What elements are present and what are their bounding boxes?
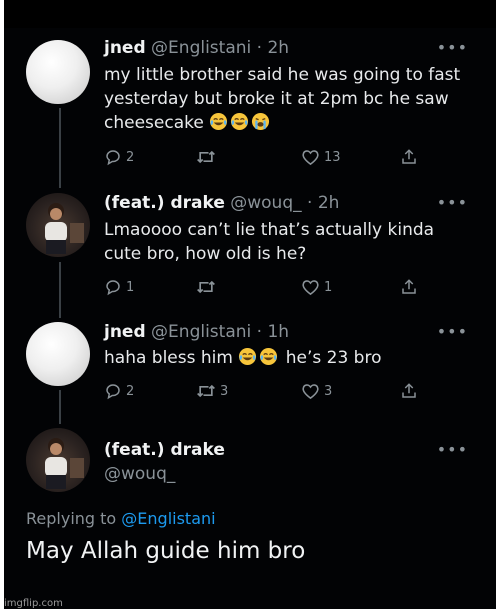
tweet-actions: 1 1 — [104, 276, 434, 298]
mention-link[interactable]: @Englistani — [121, 509, 215, 528]
reply-icon — [106, 384, 120, 400]
reply-button[interactable]: 1 — [104, 276, 134, 298]
display-name[interactable]: (feat.) drake — [104, 193, 225, 213]
loudly-crying-face-icon — [252, 112, 270, 131]
retweet-button[interactable] — [196, 146, 220, 168]
thread-line — [59, 390, 61, 424]
face-with-tears-of-joy-icon — [231, 112, 249, 131]
retweet-icon — [197, 150, 215, 164]
tweet-text: Lmaoooo can’t lie that’s actually kinda … — [104, 220, 435, 264]
more-icon[interactable]: ••• — [437, 38, 468, 57]
thread-line — [59, 108, 61, 188]
display-name[interactable]: (feat.) drake — [104, 440, 225, 460]
like-button[interactable]: 13 — [301, 146, 341, 168]
share-icon — [402, 383, 416, 398]
tweet-header: jned @Englistani · 1h — [104, 322, 289, 342]
reply-button[interactable]: 2 — [104, 380, 134, 402]
retweet-button[interactable]: 3 — [196, 380, 228, 402]
avatar-drake[interactable] — [26, 193, 90, 257]
reply-button[interactable]: 2 — [104, 146, 134, 168]
watermark: imgflip.com — [4, 598, 63, 609]
share-button[interactable] — [400, 276, 418, 298]
like-count: 13 — [324, 149, 341, 165]
like-count: 3 — [324, 383, 333, 399]
tweet-actions: 2 13 — [104, 146, 434, 168]
tweet-text-before: haha bless him — [104, 348, 233, 368]
face-with-tears-of-joy-icon — [210, 112, 228, 131]
more-icon[interactable]: ••• — [437, 440, 468, 459]
share-icon — [402, 149, 416, 164]
thread-line — [59, 262, 61, 318]
replying-to: Replying to @Englistani — [26, 509, 216, 528]
more-icon[interactable]: ••• — [437, 322, 468, 341]
retweet-count: 3 — [220, 383, 229, 399]
face-with-tears-of-joy-icon — [239, 347, 257, 366]
tweet-text: haha bless him he’s 23 bro — [104, 346, 464, 370]
timestamp[interactable]: · 2h — [257, 38, 289, 58]
like-button[interactable]: 3 — [301, 380, 332, 402]
like-icon — [302, 384, 319, 400]
reply-icon — [106, 150, 120, 166]
tweet-header: jned @Englistani · 2h — [104, 38, 289, 58]
reply-count: 1 — [126, 279, 135, 295]
replying-prefix: Replying to — [26, 509, 117, 528]
reply-count: 2 — [126, 149, 135, 165]
like-icon — [302, 280, 319, 296]
retweet-button[interactable] — [196, 276, 220, 298]
person-photo-icon — [45, 438, 84, 489]
person-photo-icon — [45, 203, 84, 254]
top-bar — [4, 0, 496, 28]
tweet-text-after: he’s 23 bro — [285, 348, 382, 368]
like-count: 1 — [324, 279, 333, 295]
user-handle[interactable]: @Englistani — [151, 322, 251, 342]
retweet-icon — [197, 280, 215, 294]
avatar-jned[interactable] — [26, 322, 90, 386]
tweet-text-content: my little brother said he was going to f… — [104, 65, 461, 133]
main-tweet-name: (feat.) drake — [104, 440, 225, 460]
more-icon[interactable]: ••• — [437, 193, 468, 212]
share-button[interactable] — [400, 146, 418, 168]
share-button[interactable] — [400, 380, 418, 402]
reply-icon — [106, 280, 120, 296]
user-handle[interactable]: @Englistani — [151, 38, 251, 58]
face-with-tears-of-joy-icon — [260, 347, 278, 366]
like-icon — [302, 150, 319, 166]
share-icon — [402, 279, 416, 294]
user-handle[interactable]: @wouq_ — [104, 464, 175, 484]
retweet-icon — [197, 384, 215, 398]
reply-count: 2 — [126, 383, 135, 399]
tweet-thread-screenshot: jned @Englistani · 2h ••• my little brot… — [4, 0, 496, 609]
timestamp[interactable]: · 1h — [257, 322, 289, 342]
tweet-header: (feat.) drake @wouq_ · 2h — [104, 193, 339, 213]
avatar-jned[interactable] — [26, 40, 90, 104]
main-tweet-text: May Allah guide him bro — [26, 538, 306, 564]
tweet-text: my little brother said he was going to f… — [104, 63, 464, 135]
user-handle[interactable]: @wouq_ — [230, 193, 301, 213]
like-button[interactable]: 1 — [301, 276, 332, 298]
avatar-drake[interactable] — [26, 428, 90, 492]
tweet-actions: 2 3 3 — [104, 380, 434, 402]
display-name[interactable]: jned — [104, 38, 146, 58]
main-tweet-handle: @wouq_ — [104, 464, 175, 484]
display-name[interactable]: jned — [104, 322, 146, 342]
timestamp[interactable]: · 2h — [307, 193, 339, 213]
